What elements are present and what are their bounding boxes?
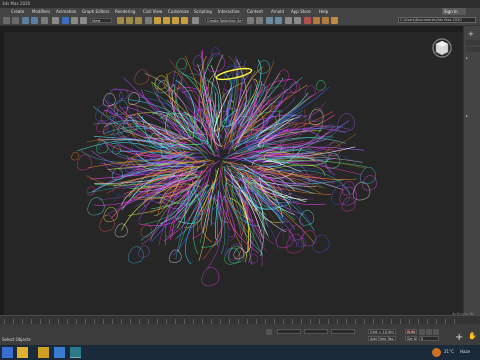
scene-explorer-icon[interactable]	[266, 17, 273, 24]
spline-cloud	[71, 47, 377, 287]
file-explorer-icon[interactable]	[17, 347, 28, 358]
sign-in-button[interactable]: Sign In	[442, 8, 466, 15]
add-time-tag-button[interactable]: Add Time Tag	[368, 336, 396, 341]
move-icon[interactable]	[117, 17, 124, 24]
pivot-icon[interactable]	[145, 17, 152, 24]
material-editor-icon[interactable]	[304, 17, 311, 24]
select-icon[interactable]	[62, 17, 69, 24]
menu-animation[interactable]: Animation	[56, 9, 76, 14]
orbit-icon[interactable]: ✋	[468, 332, 477, 340]
os-taskbar: 21°C Haze	[0, 345, 480, 360]
current-frame-field[interactable]: 0	[419, 336, 439, 341]
play-icon[interactable]	[426, 329, 432, 335]
select-by-name-icon[interactable]	[71, 17, 78, 24]
menu-interactive[interactable]: Interactive	[218, 9, 240, 14]
set-key-button[interactable]: Set Key	[405, 336, 417, 341]
panel-tabs-row[interactable]	[466, 40, 480, 45]
lock-selection-icon[interactable]	[266, 329, 272, 335]
percent-snap-icon[interactable]	[172, 17, 179, 24]
menu-customize[interactable]: Customize	[168, 9, 189, 14]
weather-icon	[432, 348, 441, 357]
prev-frame-icon[interactable]	[419, 329, 425, 335]
scene-graphics	[71, 38, 452, 287]
project-path-field[interactable]: C:\Users\Documents\3ds Max 2020	[398, 17, 476, 23]
menu-modifiers[interactable]: Modifiers	[32, 9, 50, 14]
menu-bar: Create Modifiers Animation Graph Editors…	[0, 8, 480, 15]
curve-editor-icon[interactable]	[285, 17, 292, 24]
status-prompt: Select Objects	[2, 337, 31, 342]
menu-scripting[interactable]: Scripting	[194, 9, 212, 14]
zoom-extents-icon[interactable]: +	[455, 332, 463, 343]
angle-snap-icon[interactable]	[163, 17, 170, 24]
z-coord-field[interactable]	[331, 329, 355, 334]
render-production-icon[interactable]	[331, 17, 338, 24]
schematic-view-icon[interactable]	[294, 17, 301, 24]
folder-icon[interactable]	[38, 347, 49, 358]
grid-size-readout: Grid = 10,0m	[368, 329, 396, 334]
object-type-rollout-icon[interactable]: ▸	[466, 56, 468, 60]
name-color-rollout-icon[interactable]: ▸	[466, 114, 468, 118]
rotate-icon[interactable]	[126, 17, 133, 24]
render-setup-icon[interactable]	[313, 17, 320, 24]
named-selection-dropdown[interactable]: Create Selection Se	[205, 18, 243, 23]
status-bar: Select Objects Grid = 10,0m Add Time Tag…	[0, 324, 480, 345]
snap-3d-icon[interactable]	[154, 17, 161, 24]
menu-arnold[interactable]: Arnold	[271, 9, 284, 14]
undo-icon[interactable]	[3, 17, 10, 24]
menu-app-store[interactable]: App Store	[291, 9, 311, 14]
mirror-icon[interactable]	[247, 17, 254, 24]
tray-temperature: 21°C	[444, 349, 454, 354]
layer-explorer-icon[interactable]	[275, 17, 282, 24]
create-panel-icon[interactable]: +	[468, 30, 474, 38]
title-bar: 3ds Max 2020	[0, 0, 480, 8]
menu-create[interactable]: Create	[11, 9, 24, 14]
edit-named-selection-icon[interactable]	[192, 17, 199, 24]
window-title: 3ds Max 2020	[2, 1, 31, 6]
tray-weather: Haze	[460, 349, 471, 354]
reference-coord-dropdown[interactable]: View	[90, 18, 112, 23]
3dsmax-taskbar-icon[interactable]	[70, 347, 81, 358]
bind-icon[interactable]	[41, 17, 48, 24]
unlink-icon[interactable]	[31, 17, 38, 24]
align-icon[interactable]	[256, 17, 263, 24]
perspective-viewport[interactable]	[4, 32, 463, 315]
x-coord-field[interactable]	[277, 329, 301, 334]
viewcube-icon[interactable]	[432, 38, 452, 58]
app-icon-1[interactable]	[54, 347, 65, 358]
start-icon[interactable]	[2, 347, 13, 358]
next-frame-icon[interactable]	[433, 329, 439, 335]
panel-category-row[interactable]	[466, 47, 480, 52]
spinner-snap-icon[interactable]	[181, 17, 188, 24]
menu-rendering[interactable]: Rendering	[115, 9, 135, 14]
region-select-icon[interactable]	[80, 17, 87, 24]
auto-key-button[interactable]: Auto Key	[405, 329, 417, 334]
render-frame-icon[interactable]	[322, 17, 329, 24]
link-icon[interactable]	[22, 17, 29, 24]
y-coord-field[interactable]	[304, 329, 328, 334]
main-toolbar: View Create Selection Se C:\Users\Docume…	[0, 15, 480, 26]
redo-icon[interactable]	[12, 17, 19, 24]
filter-icon[interactable]	[52, 17, 59, 24]
menu-content[interactable]: Content	[247, 9, 263, 14]
scale-icon[interactable]	[135, 17, 142, 24]
menu-help[interactable]: Help	[319, 9, 328, 14]
menu-civil-view[interactable]: Civil View	[143, 9, 162, 14]
command-panel: + ▸ ▸	[463, 26, 480, 316]
time-track-bar[interactable]	[0, 315, 480, 324]
menu-graph-editors[interactable]: Graph Editors	[82, 9, 109, 14]
